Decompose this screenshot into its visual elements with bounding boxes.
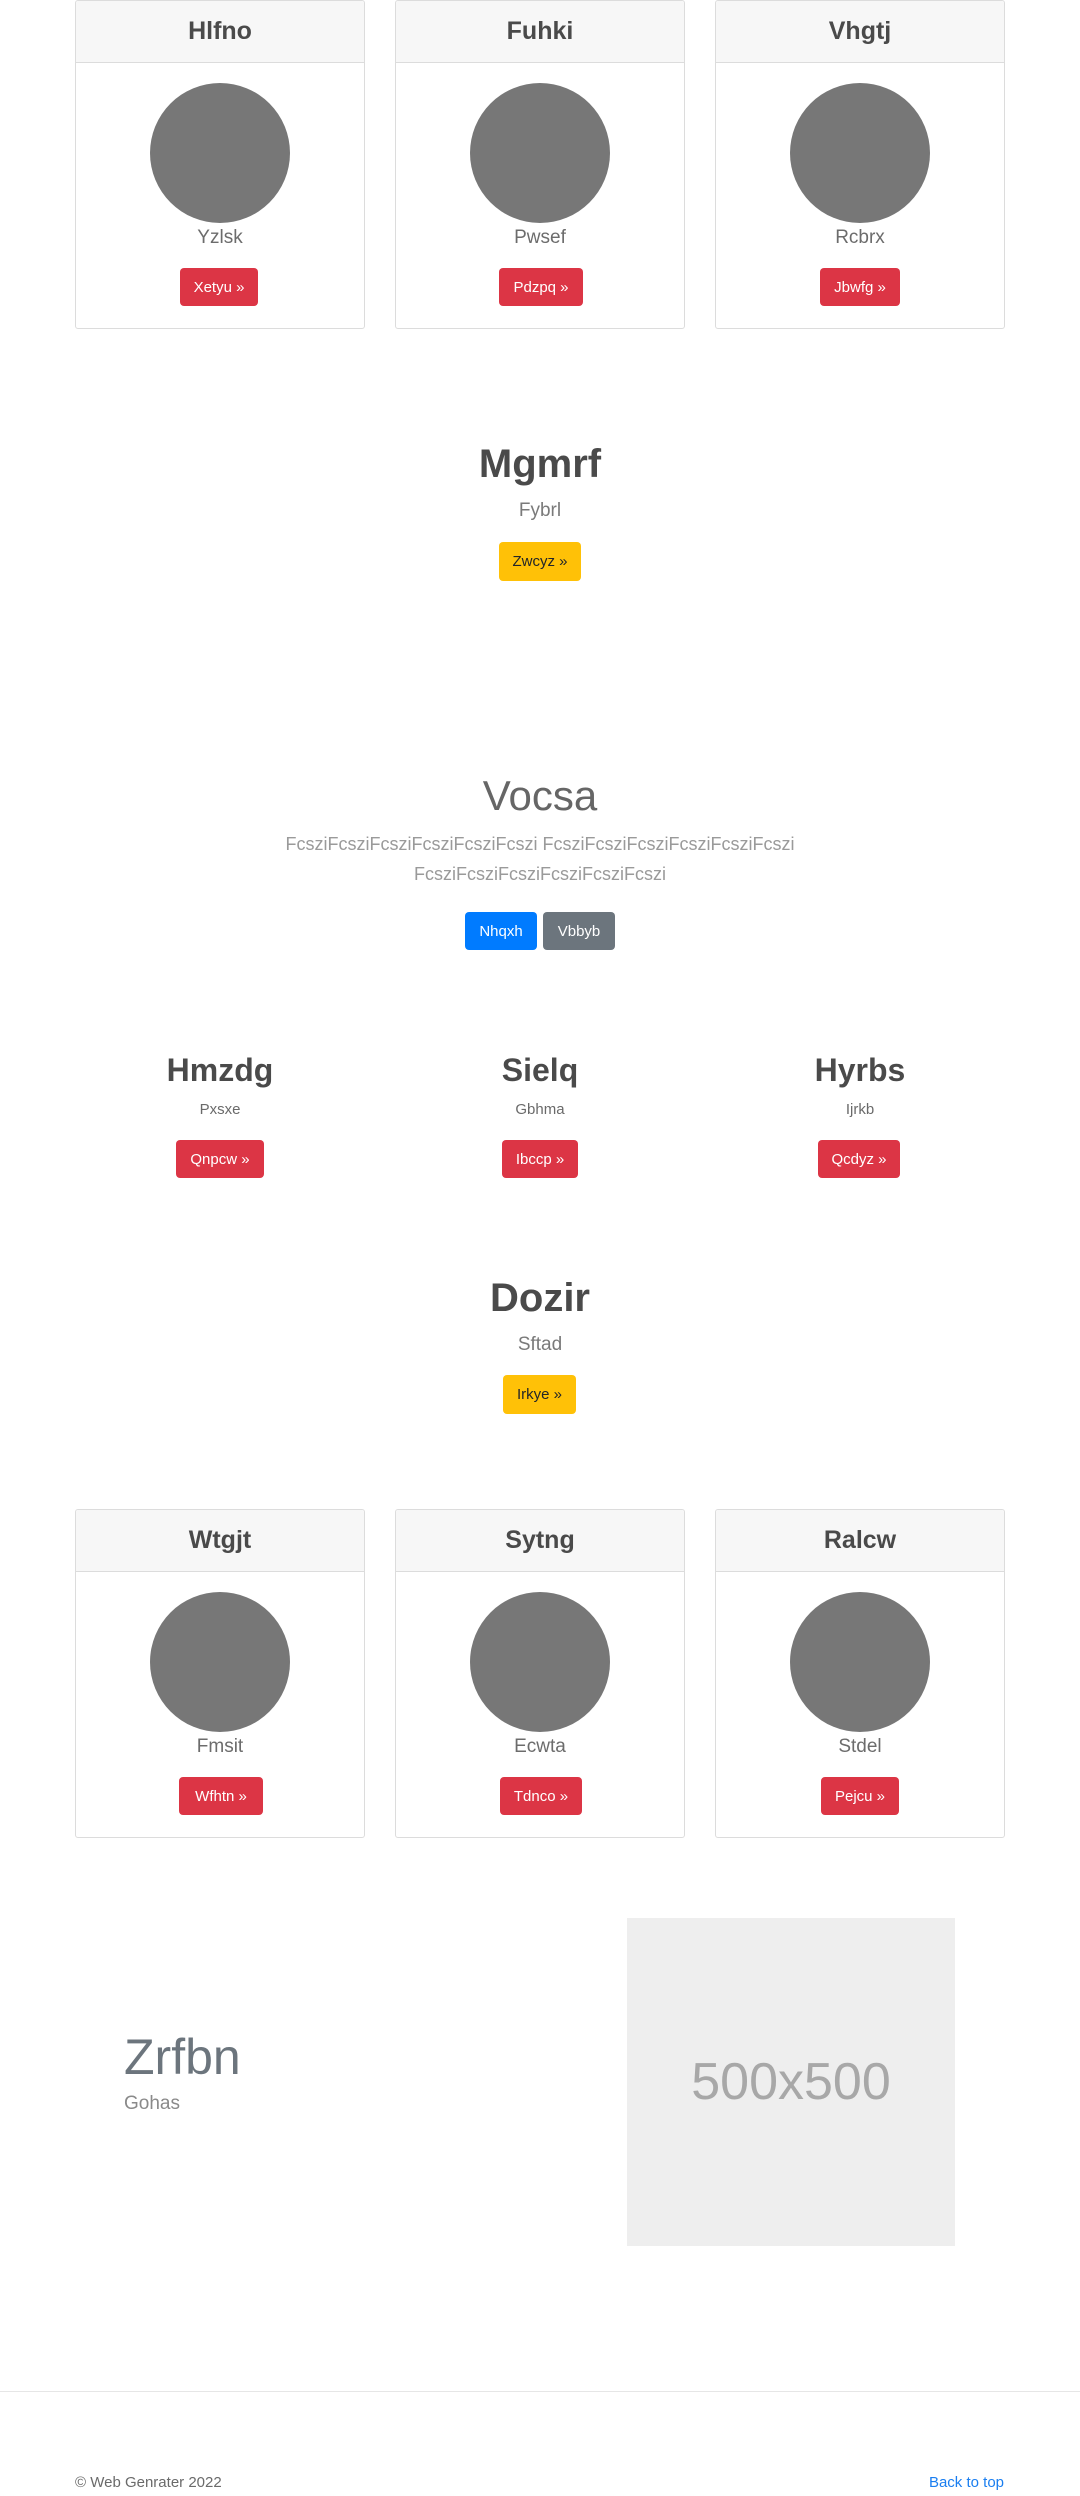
feature-column: Hmzdg Pxsxe	[65, 1052, 375, 1118]
promo-button[interactable]: Zwcyz »	[499, 542, 581, 581]
feature-column: Hyrbs Ijrkb	[705, 1052, 1015, 1118]
card-button[interactable]: Xetyu »	[180, 268, 258, 306]
card-text: Stdel	[838, 1736, 882, 1757]
card: Wtgjt Fmsit Wfhtn »	[75, 1509, 365, 1838]
placeholder-label: 500x500	[691, 2053, 891, 2111]
card-title: Vhgtj	[716, 1, 1004, 63]
card-text: Ecwta	[514, 1736, 566, 1757]
card-button[interactable]: Jbwfg »	[820, 268, 900, 306]
secondary-button[interactable]: Vbbyb	[543, 912, 615, 950]
feature-title: Hyrbs	[814, 1052, 906, 1088]
promo-text: Sftad	[517, 1334, 563, 1355]
avatar	[150, 1592, 290, 1732]
card-text: Fmsit	[196, 1736, 244, 1757]
feature-title: Hmzdg	[166, 1052, 274, 1088]
jumbotron-text-line1: FcsziFcsziFcsziFcsziFcsziFcszi FcsziFcsz…	[285, 834, 795, 854]
card-text: Pwsef	[514, 227, 566, 248]
promo-title: Dozir	[490, 1276, 590, 1320]
avatar	[470, 83, 610, 223]
avatar	[470, 1592, 610, 1732]
card-row-bottom: Wtgjt Fmsit Wfhtn » Sytng Ecwta Tdnco » …	[75, 1509, 1005, 1838]
back-to-top-link[interactable]: Back to top	[929, 2474, 1004, 2491]
card-title: Ralcw	[716, 1510, 1004, 1572]
feature-text: Pxsxe	[199, 1101, 241, 1118]
card-button[interactable]: Wfhtn »	[179, 1777, 263, 1815]
jumbotron-text-line2: FcsziFcsziFcsziFcsziFcsziFcszi	[414, 864, 666, 884]
card-title: Sytng	[396, 1510, 684, 1572]
feature-button[interactable]: Qcdyz »	[818, 1140, 900, 1178]
card: Ralcw Stdel Pejcu »	[715, 1509, 1005, 1838]
promo-button[interactable]: Irkye »	[503, 1375, 576, 1414]
card-row-top: Hlfno Yzlsk Xetyu » Fuhki Pwsef Pdzpq » …	[75, 0, 1005, 329]
card: Sytng Ecwta Tdnco »	[395, 1509, 685, 1838]
feature-button[interactable]: Ibccp »	[502, 1140, 578, 1178]
footer-copyright: © Web Genrater 2022	[75, 2474, 222, 2491]
featurette-heading: Zrfbn	[124, 2029, 241, 2085]
feature-text: Gbhma	[515, 1101, 565, 1118]
feature-button[interactable]: Qnpcw »	[176, 1140, 264, 1178]
promo-title: Mgmrf	[478, 442, 602, 486]
feature-text: Ijrkb	[845, 1101, 875, 1118]
card-button[interactable]: Pejcu »	[821, 1777, 899, 1815]
card-text: Rcbrx	[835, 227, 885, 248]
avatar	[790, 83, 930, 223]
avatar	[150, 83, 290, 223]
avatar	[790, 1592, 930, 1732]
card-button[interactable]: Pdzpq »	[499, 268, 583, 306]
promo-text: Fybrl	[518, 500, 562, 521]
footer-divider	[0, 2391, 1080, 2392]
placeholder-image: 500x500	[627, 1918, 955, 2246]
feature-title: Sielq	[501, 1052, 579, 1088]
card: Vhgtj Rcbrx Jbwfg »	[715, 0, 1005, 329]
card-button[interactable]: Tdnco »	[500, 1777, 582, 1815]
featurette-text: Gohas	[124, 2093, 180, 2114]
card: Fuhki Pwsef Pdzpq »	[395, 0, 685, 329]
card-title: Fuhki	[396, 1, 684, 63]
card-text: Yzlsk	[197, 227, 243, 248]
card: Hlfno Yzlsk Xetyu »	[75, 0, 365, 329]
card-title: Hlfno	[76, 1, 364, 63]
feature-column: Sielq Gbhma	[385, 1052, 695, 1118]
primary-button[interactable]: Nhqxh	[465, 912, 537, 950]
card-title: Wtgjt	[76, 1510, 364, 1572]
jumbotron-title: Vocsa	[482, 772, 598, 819]
